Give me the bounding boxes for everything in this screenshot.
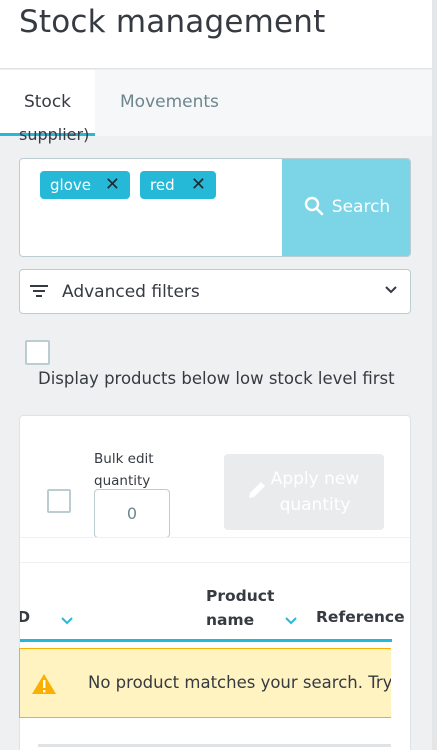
table-bottom-border (38, 744, 391, 747)
search-icon (304, 196, 324, 215)
sort-chevron-icon[interactable] (284, 616, 298, 626)
low-stock-checkbox[interactable] (25, 340, 50, 365)
search-button[interactable]: Search (282, 159, 410, 256)
low-stock-label: Display products below low stock level f… (38, 369, 395, 388)
warning-icon (32, 674, 56, 694)
select-all-checkbox[interactable] (47, 489, 71, 513)
search-tag-glove: glove ✕ (40, 171, 130, 199)
tag-label: red (150, 176, 175, 194)
advanced-filters-toggle[interactable]: Advanced filters (19, 269, 411, 314)
page-title: Stock management (19, 4, 326, 40)
column-reference-header[interactable]: Reference (316, 608, 405, 626)
chevron-down-icon (385, 286, 397, 294)
page-header: Stock management (0, 0, 432, 69)
bulk-quantity-input[interactable]: 0 (94, 489, 170, 538)
column-id-header[interactable]: ID (20, 608, 30, 626)
table-header: ID Product name Reference (20, 564, 405, 642)
remove-tag-icon[interactable]: ✕ (105, 171, 120, 199)
pencil-icon (249, 482, 265, 498)
no-results-message: No product matches your search. Try chan… (88, 673, 391, 692)
tag-label: glove (50, 176, 91, 194)
remove-tag-icon[interactable]: ✕ (191, 171, 206, 199)
no-results-alert: No product matches your search. Try chan… (19, 648, 391, 718)
search-tag-red: red ✕ (140, 171, 216, 199)
filter-icon (30, 285, 48, 297)
bulk-edit-label: Bulk edit quantity (94, 451, 154, 489)
apply-new-quantity-button[interactable]: Apply new quantity (224, 454, 384, 530)
divider (20, 562, 410, 563)
divider (20, 537, 410, 538)
tab-movements[interactable]: Movements (120, 70, 219, 136)
column-product-name-header[interactable]: Product name (206, 584, 276, 632)
scroll-edge (432, 0, 437, 750)
search-button-label: Search (331, 197, 391, 217)
advanced-filters-label: Advanced filters (62, 282, 200, 302)
sort-chevron-icon[interactable] (60, 616, 74, 626)
search-field-label: supplier) (19, 125, 90, 144)
search-box[interactable]: glove ✕ red ✕ Search (19, 158, 411, 257)
